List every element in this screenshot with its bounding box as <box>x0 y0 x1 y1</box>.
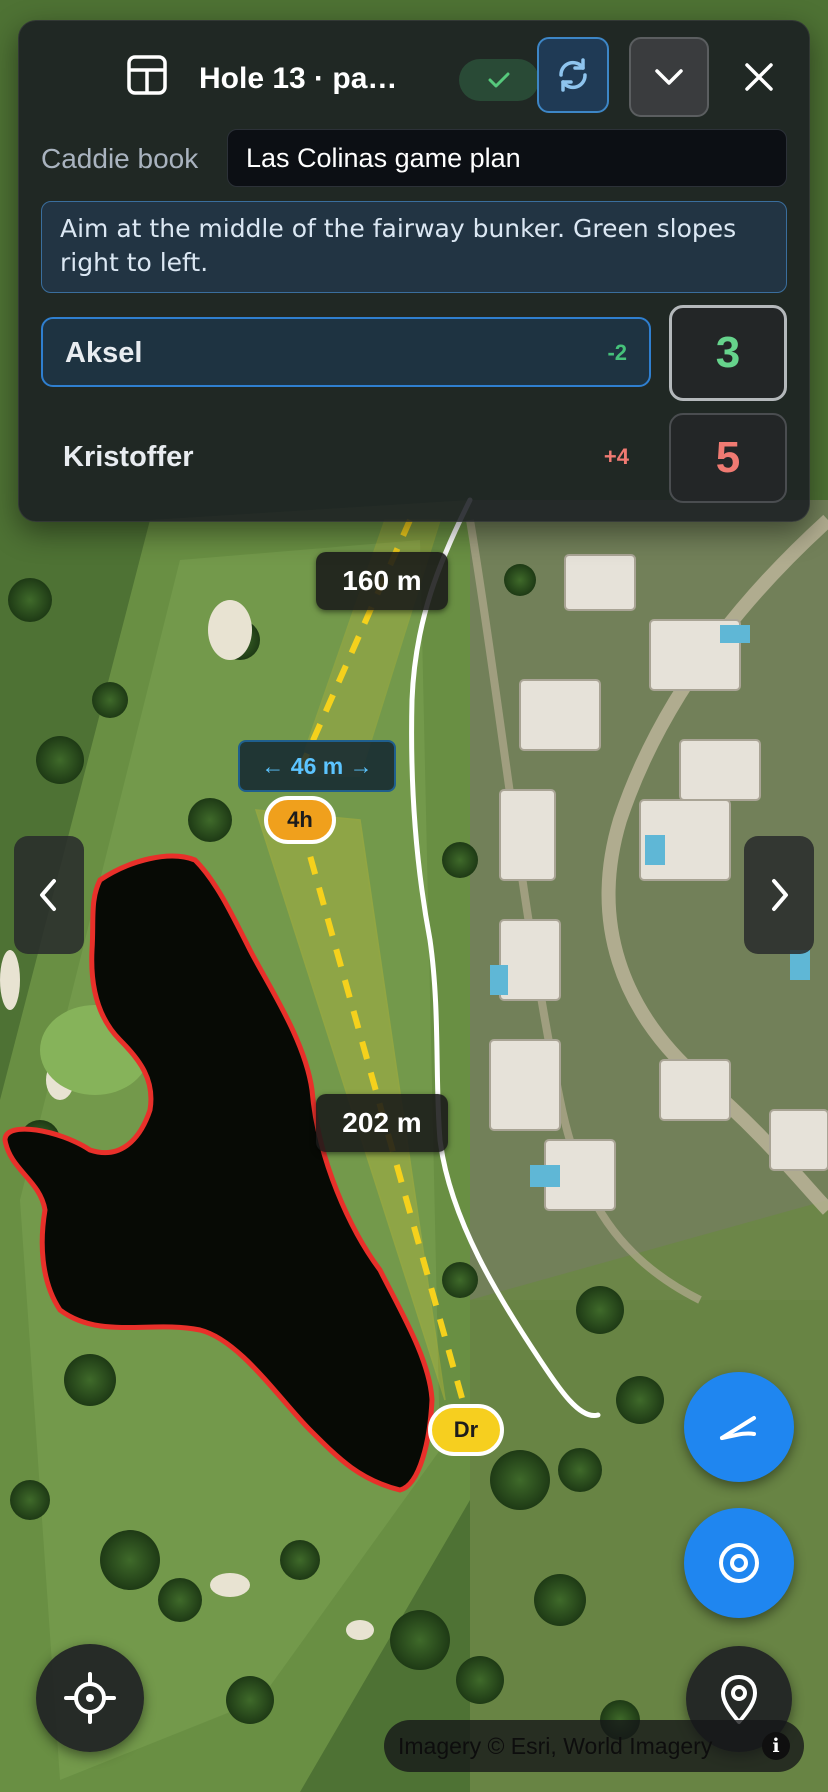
chevron-left-icon <box>40 879 56 911</box>
table-icon <box>127 55 167 95</box>
target-icon <box>719 1543 759 1583</box>
score-input-aksel[interactable]: 3 <box>669 305 787 401</box>
player-score-diff: +4 <box>603 444 629 469</box>
sync-button[interactable] <box>537 37 609 113</box>
next-hole-button[interactable] <box>744 836 814 954</box>
chevron-down-icon <box>655 69 683 85</box>
club-badge-driver[interactable]: Dr <box>428 1404 504 1456</box>
draw-shot-button[interactable] <box>684 1372 794 1482</box>
draw-icon <box>720 1416 756 1440</box>
close-button[interactable] <box>731 49 787 105</box>
target-button[interactable] <box>684 1508 794 1618</box>
sync-icon <box>559 58 587 92</box>
scorecard-button[interactable] <box>125 53 169 97</box>
check-icon <box>488 72 510 88</box>
info-icon[interactable]: i <box>762 1732 790 1760</box>
hole-note[interactable]: Aim at the middle of the fairway bunker.… <box>41 201 787 293</box>
player-name: Aksel <box>65 337 143 369</box>
saved-status-badge <box>459 59 539 101</box>
chevron-right-icon <box>772 879 788 911</box>
distance-label-near: 202 m <box>316 1094 448 1152</box>
map-attribution: Imagery © Esri, World Imagery i <box>384 1720 804 1772</box>
caddie-book-label: Caddie book <box>41 143 199 174</box>
caddie-book-select[interactable]: Las Colinas game plan <box>227 129 787 187</box>
crosshair-icon <box>64 1672 116 1724</box>
attribution-text: Imagery © Esri, World Imagery <box>398 1732 713 1759</box>
player-row-aksel[interactable]: Aksel -2 <box>41 317 651 387</box>
map-pin-icon <box>721 1675 757 1724</box>
close-icon <box>745 63 773 91</box>
collapse-panel-button[interactable] <box>629 37 709 117</box>
player-row-kristoffer[interactable]: Kristoffer +4 <box>41 423 651 493</box>
fairway-width-label: ← 46 m → <box>238 740 396 792</box>
distance-label-far: 160 m <box>316 552 448 610</box>
score-input-kristoffer[interactable]: 5 <box>669 413 787 503</box>
previous-hole-button[interactable] <box>14 836 84 954</box>
hole-title[interactable]: Hole 13 · pa… <box>199 59 449 99</box>
player-score-diff: -2 <box>607 340 627 365</box>
player-name: Kristoffer <box>63 441 194 473</box>
club-badge-4h[interactable]: 4h <box>264 796 336 844</box>
hole-panel: Hole 13 · pa… Caddie book Las Colinas ga… <box>18 20 810 522</box>
locate-me-button[interactable] <box>36 1644 144 1752</box>
